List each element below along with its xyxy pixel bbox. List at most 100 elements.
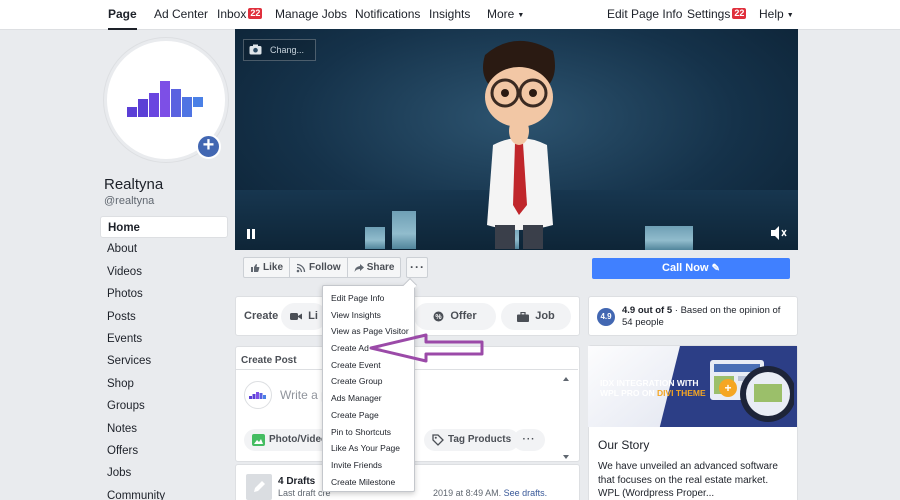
tab-settings-label: Settings — [687, 7, 731, 21]
create-live-label: Li — [308, 310, 318, 322]
menu-item-pin-to-shortcuts[interactable]: Pin to Shortcuts — [323, 424, 414, 441]
inbox-count-badge: 22 — [248, 8, 263, 19]
drafts-title: 4 Drafts — [278, 476, 316, 487]
tab-insights[interactable]: Insights — [429, 0, 470, 30]
annotation-arrow-icon — [369, 333, 484, 363]
sidebar-item-offers[interactable]: Offers — [100, 440, 228, 462]
menu-item-invite-friends[interactable]: Invite Friends — [323, 457, 414, 474]
menu-item-create-page[interactable]: Create Page — [323, 407, 414, 424]
banner-headline-2: WPL PRO ON DIVI THEME — [600, 388, 706, 398]
tab-page[interactable]: Page — [108, 0, 137, 30]
realtyna-logo — [249, 392, 266, 399]
create-offer-button[interactable]: % Offer — [414, 303, 496, 330]
follow-label: Follow — [309, 262, 341, 273]
menu-item-create-milestone[interactable]: Create Milestone — [323, 474, 414, 491]
create-offer-label: Offer — [450, 310, 477, 322]
drafts-icon — [246, 474, 272, 500]
pause-icon[interactable] — [246, 228, 256, 240]
rating-summary: 4.9 out of 5 · Based on the opinion of 5… — [622, 305, 790, 329]
video-scene-block — [365, 227, 385, 249]
rating-value: 4.9 out of 5 — [622, 305, 673, 316]
caret-down-icon: ▼ — [786, 12, 794, 19]
menu-item-like-as-page[interactable]: Like As Your Page — [323, 440, 414, 457]
sidebar-item-jobs[interactable]: Jobs — [100, 462, 228, 484]
more-actions-menu: Edit Page Info View Insights View as Pag… — [322, 277, 418, 492]
tab-notifications[interactable]: Notifications — [355, 0, 420, 30]
rating-score-badge: 4.9 — [597, 308, 615, 326]
tag-products-button[interactable]: Tag Products — [424, 429, 520, 451]
sidebar-item-groups[interactable]: Groups — [100, 395, 228, 417]
banner-headline-highlight: DIVI THEME — [657, 388, 706, 398]
sidebar-item-services[interactable]: Services — [100, 350, 228, 372]
call-now-button[interactable]: Call Now ✎ — [592, 258, 790, 279]
photo-icon — [252, 434, 265, 446]
tab-manage-jobs[interactable]: Manage Jobs — [275, 0, 347, 30]
sidebar-item-about[interactable]: About — [100, 238, 228, 260]
follow-button[interactable]: Follow — [289, 257, 348, 278]
camera-icon — [249, 44, 262, 55]
menu-item-view-insights[interactable]: View Insights — [323, 307, 414, 324]
our-story-title: Our Story — [598, 438, 650, 452]
menu-item-edit-page-info[interactable]: Edit Page Info — [323, 290, 414, 307]
sidebar-item-home[interactable]: Home — [100, 216, 228, 239]
rss-icon — [296, 263, 306, 272]
banner-screens-illustration: + — [710, 360, 794, 422]
call-now-label: Call Now — [662, 262, 709, 274]
sidebar-item-posts[interactable]: Posts — [100, 306, 228, 328]
page-sidebar: Home About Videos Photos Posts Events Se… — [100, 216, 228, 500]
page-avatar-small — [244, 381, 272, 409]
more-actions-button[interactable]: ··· — [406, 257, 429, 278]
menu-item-create-group[interactable]: Create Group — [323, 373, 414, 390]
cartoon-character — [483, 40, 555, 249]
share-arrow-icon — [354, 263, 364, 272]
share-button[interactable]: Share — [346, 257, 402, 278]
sidebar-item-community[interactable]: Community — [100, 485, 228, 500]
tab-help[interactable]: Help ▼ — [759, 0, 794, 30]
cover-video[interactable] — [235, 29, 798, 250]
photo-video-label: Photo/Video — [269, 434, 328, 445]
sidebar-item-videos[interactable]: Videos — [100, 261, 228, 283]
thumbs-up-icon — [251, 263, 260, 272]
sidebar-item-events[interactable]: Events — [100, 328, 228, 350]
drafts-subtitle-time: 2019 at 8:49 AM. — [433, 488, 502, 498]
sidebar-item-notes[interactable]: Notes — [100, 418, 228, 440]
menu-list: Edit Page Info View Insights View as Pag… — [323, 290, 414, 490]
page-handle[interactable]: @realtyna — [104, 195, 154, 207]
sidebar-item-shop[interactable]: Shop — [100, 373, 228, 395]
page-top-nav: Page Ad Center Inbox 22 Manage Jobs Notif… — [0, 0, 900, 30]
tab-inbox[interactable]: Inbox 22 — [217, 0, 263, 30]
create-live-button[interactable]: Li — [281, 303, 327, 330]
edit-page-info-link[interactable]: Edit Page Info — [607, 0, 682, 30]
like-button[interactable]: Like — [243, 257, 291, 278]
see-drafts-link[interactable]: See drafts. — [504, 488, 548, 498]
video-scene-block — [392, 211, 416, 249]
create-label: Create — [244, 310, 279, 322]
svg-text:+: + — [724, 381, 731, 395]
scrollbar[interactable] — [561, 375, 571, 461]
create-post-header: Create Post — [241, 355, 297, 366]
video-scene-block — [645, 226, 693, 250]
mute-icon[interactable] — [770, 225, 788, 241]
create-job-button[interactable]: Job — [501, 303, 571, 330]
tab-settings[interactable]: Settings 22 — [687, 0, 747, 30]
sidebar-item-photos[interactable]: Photos — [100, 283, 228, 305]
our-story-text: We have unveiled an advanced software th… — [598, 461, 778, 499]
tab-more-label: More — [487, 7, 515, 21]
tag-products-label: Tag Products — [448, 434, 512, 445]
briefcase-icon — [517, 311, 530, 322]
menu-item-ads-manager[interactable]: Ads Manager — [323, 390, 414, 407]
tab-help-label: Help — [759, 7, 784, 21]
tab-more[interactable]: More ▼ — [487, 0, 524, 30]
tab-inbox-label: Inbox — [217, 7, 247, 21]
tab-ad-center[interactable]: Ad Center — [154, 0, 208, 30]
banner-headline-1: IDX INTEGRATION WITH — [600, 378, 699, 388]
offer-tag-icon: % — [433, 311, 444, 322]
add-photo-button[interactable]: + — [196, 134, 221, 159]
settings-count-badge: 22 — [732, 8, 747, 19]
page-actions-bar: Like Follow Share ··· — [243, 257, 429, 278]
page-name: Realtyna — [104, 176, 164, 193]
post-more-options-button[interactable]: ··· — [513, 429, 545, 451]
create-job-label: Job — [535, 310, 555, 322]
pencil-icon: ✎ — [711, 263, 720, 274]
caret-down-icon: ▼ — [517, 12, 525, 19]
